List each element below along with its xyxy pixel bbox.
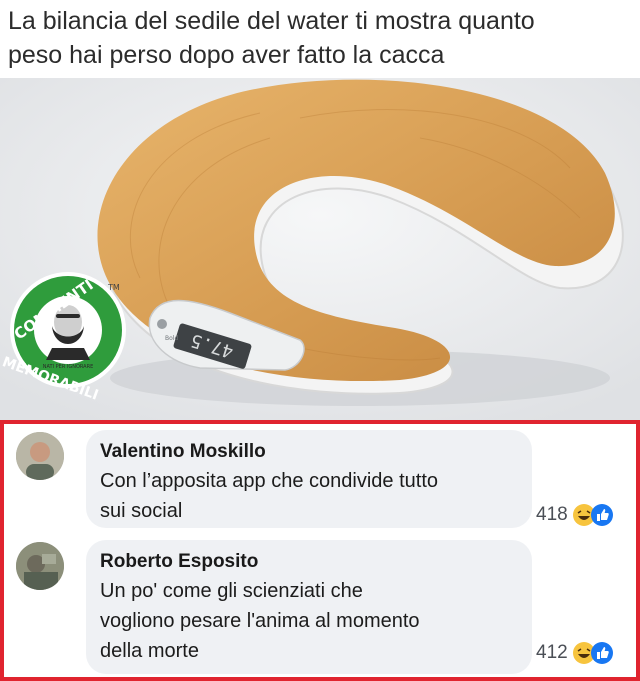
headline-line-1: La bilancia del sedile del water ti most…	[8, 7, 535, 35]
comments-section: Valentino Moskillo Con l’apposita app ch…	[0, 420, 640, 681]
comment-text-line: della morte	[100, 640, 199, 662]
like-thumb-icon	[590, 642, 613, 664]
reaction-count: 412	[536, 642, 568, 663]
comment-text-line: Con l’apposita app che condivide tutto	[100, 470, 439, 492]
comment-text-line: sui social	[100, 500, 183, 522]
comment-text: Un po' come gli scienziati che vogliono …	[100, 576, 518, 666]
comment-author[interactable]: Roberto Esposito	[100, 550, 518, 574]
comment-text-line: Un po' come gli scienziati che	[100, 580, 363, 602]
reaction-summary[interactable]: 412	[536, 640, 613, 666]
avatar[interactable]	[16, 432, 64, 480]
reaction-summary[interactable]: 418	[536, 502, 613, 528]
comment-text: Con l’apposita app che condivide tutto s…	[100, 466, 518, 526]
avatar-photo-icon	[16, 542, 64, 590]
toilet-seat-scale-illustration: 47.5 Bold COMMENTI MEMORABILI NATI PER I…	[0, 78, 640, 420]
post-image[interactable]: 47.5 Bold COMMENTI MEMORABILI NATI PER I…	[0, 78, 640, 420]
comment-bubble[interactable]: Roberto Esposito Un po' come gli scienzi…	[86, 540, 532, 674]
comment-bubble[interactable]: Valentino Moskillo Con l’apposita app ch…	[86, 430, 532, 528]
logo-trademark: TM	[107, 283, 120, 292]
reaction-count: 418	[536, 504, 568, 525]
avatar-photo-icon	[16, 432, 64, 480]
logo-tagline: NATI PER IGNORARE	[43, 364, 93, 370]
like-thumb-icon	[590, 504, 613, 526]
comment-text-line: vogliono pesare l'anima al momento	[100, 610, 420, 632]
post-headline: La bilancia del sedile del water ti most…	[0, 0, 640, 80]
comment-author[interactable]: Valentino Moskillo	[100, 440, 518, 464]
headline-line-2: peso hai perso dopo aver fatto la cacca	[8, 41, 445, 69]
scale-brand-text: Bold	[165, 335, 178, 342]
avatar[interactable]	[16, 542, 64, 590]
